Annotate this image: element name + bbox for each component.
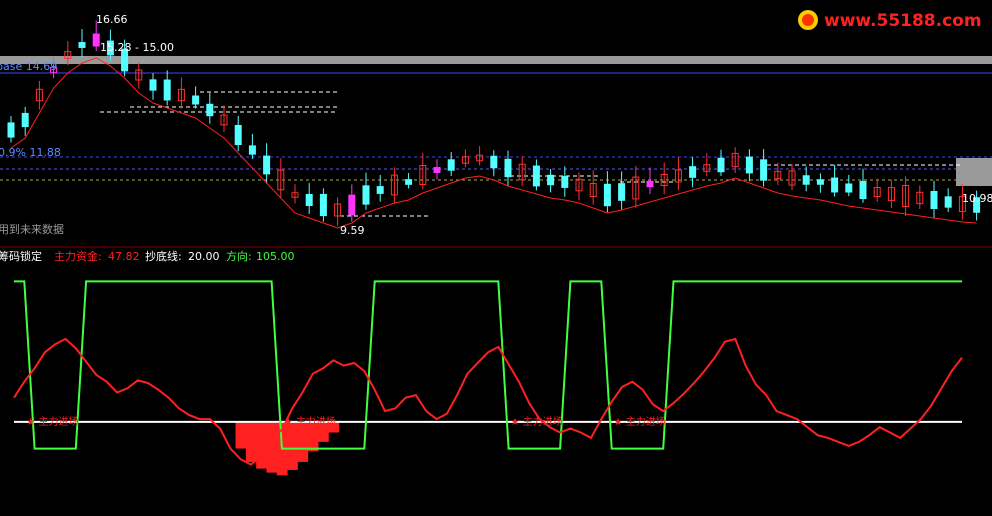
candle-body xyxy=(305,193,313,207)
fund-bar xyxy=(256,421,267,469)
chart-canvas: ★ 主力进场 ★ 主力进场 ★ 主力进场 ★ 主力进场 www.55188.com 1… xyxy=(0,10,992,476)
direction-series-line xyxy=(14,280,962,450)
candle-body xyxy=(263,155,271,175)
candle-body xyxy=(831,177,839,193)
price-marker-box xyxy=(956,158,992,186)
fund-bar xyxy=(297,421,309,462)
candle-body xyxy=(816,179,824,185)
candle-body xyxy=(845,183,853,193)
indicator-header: 筹码锁定 主力资金: 47.82 抄底线: 20.00 方向: 105.00 xyxy=(0,249,295,263)
low-label: 9.59 xyxy=(340,224,365,237)
left-top-label: base 14.69 xyxy=(0,60,57,73)
direction-value: 105.00 xyxy=(256,250,295,263)
signal-label: ★ 主力进场 xyxy=(26,415,78,428)
candle-body xyxy=(362,185,370,205)
candle-body xyxy=(149,79,157,91)
direction-label: 方向: xyxy=(226,249,252,263)
candle-body xyxy=(163,79,171,101)
signal-label: ★ 主力进场 xyxy=(511,415,563,428)
candle-body xyxy=(504,158,512,178)
high-label: 16.66 xyxy=(96,13,128,26)
candle-body xyxy=(618,183,626,201)
candle-body xyxy=(234,124,242,146)
last-price-label: 10.98 xyxy=(962,192,992,205)
candle-body xyxy=(547,174,555,186)
candle-body xyxy=(930,190,938,210)
signal-label: ★ 主力进场 xyxy=(614,415,666,428)
bottom-line-value: 20.00 xyxy=(188,250,220,263)
indicator-panel: ★ 主力进场 ★ 主力进场 ★ 主力进场 ★ 主力进场 xyxy=(13,280,963,476)
left-mid-label: 0.9% 11.88 xyxy=(0,146,61,159)
candle-body xyxy=(603,183,611,207)
candle-body xyxy=(376,186,384,194)
candle-body xyxy=(447,159,455,171)
candle-body xyxy=(405,179,413,185)
candle-body xyxy=(745,156,753,174)
candle-body xyxy=(7,122,15,138)
watermark: www.55188.com xyxy=(798,10,982,31)
fund-series-line xyxy=(13,337,963,466)
candle-body xyxy=(802,175,810,185)
bottom-line-label: 抄底线: xyxy=(145,249,182,263)
candle-body xyxy=(319,193,327,217)
candle-body xyxy=(859,180,867,200)
fund-bar xyxy=(266,421,278,473)
watermark-text: www.55188.com xyxy=(824,11,982,31)
candle-body xyxy=(78,42,86,48)
candle-body xyxy=(192,95,200,105)
fund-bar xyxy=(235,421,247,449)
candle-body xyxy=(646,180,654,188)
candle-body xyxy=(92,33,100,47)
candle-body xyxy=(21,112,29,128)
candle-body xyxy=(532,165,540,187)
candle-body xyxy=(717,157,725,173)
future-data-note: 用到未来数据 xyxy=(0,222,64,236)
fund-label: 主力资金: xyxy=(54,249,102,263)
candle-body xyxy=(433,167,441,173)
candle-body xyxy=(689,166,697,178)
fund-bar xyxy=(287,421,298,470)
candle-body xyxy=(561,176,569,188)
candle-body xyxy=(944,196,952,208)
candle-body xyxy=(490,155,498,169)
range-label: 15.28 - 15.00 xyxy=(100,41,174,54)
fund-value: 47.82 xyxy=(108,250,140,263)
fund-bar xyxy=(245,421,257,462)
candle-body xyxy=(206,103,214,117)
candle-body xyxy=(760,159,768,181)
candle-body xyxy=(248,145,256,155)
indicator-name: 筹码锁定 xyxy=(0,249,42,263)
signal-label: ★ 主力进场 xyxy=(284,415,336,428)
candle-body xyxy=(348,194,356,216)
